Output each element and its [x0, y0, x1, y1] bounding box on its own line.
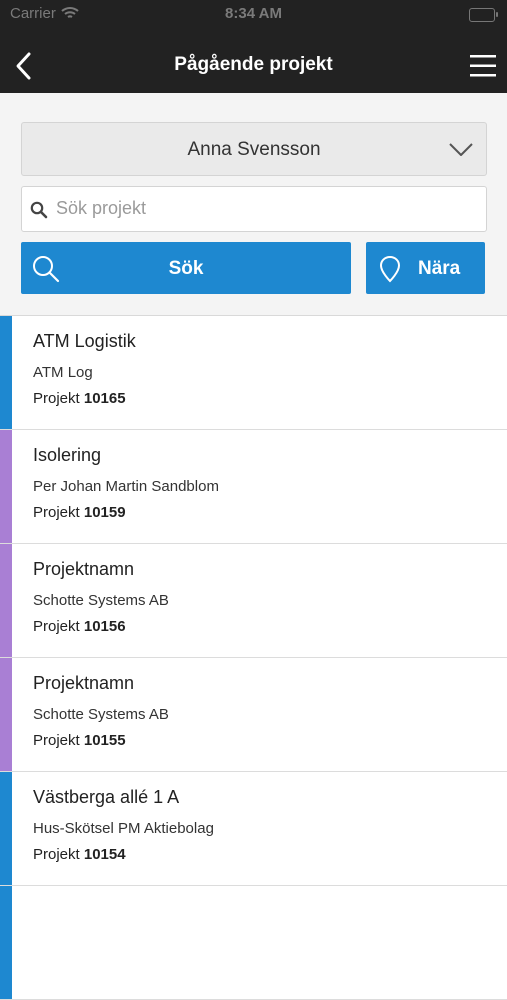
project-client: Hus-Skötsel PM Aktiebolag [33, 820, 214, 837]
nearby-button[interactable]: Nära [366, 242, 485, 294]
status-bar: Carrier 8:34 AM [0, 0, 507, 28]
list-item[interactable]: Projektnamn Schotte Systems AB Projekt 1… [0, 544, 507, 658]
nearby-button-label: Nära [418, 258, 461, 279]
main-content: Anna Svensson Sök Nära ATM Logistik ATM … [0, 93, 507, 1000]
hamburger-menu-icon [470, 55, 496, 77]
battery-icon [469, 8, 498, 22]
selected-user: Anna Svensson [187, 139, 321, 160]
list-item[interactable]: ATM Logistik ATM Log Projekt 10165 [0, 316, 507, 430]
list-item[interactable] [0, 886, 507, 1000]
search-input[interactable] [56, 187, 476, 229]
project-client: Per Johan Martin Sandblom [33, 478, 219, 495]
list-item[interactable]: Västberga allé 1 A Hus-Skötsel PM Aktieb… [0, 772, 507, 886]
project-name: Projektnamn [33, 559, 135, 579]
project-number: Projekt 10159 [33, 504, 126, 521]
project-number: Projekt 10165 [33, 390, 126, 407]
status-color-bar [0, 886, 12, 999]
status-color-bar [0, 772, 12, 885]
status-time: 8:34 AM [225, 5, 282, 22]
project-number: Projekt 10154 [33, 846, 126, 863]
status-color-bar [0, 658, 12, 771]
search-button[interactable]: Sök [21, 242, 351, 294]
navigation-bar: Carrier 8:34 AM Pågående projekt [0, 0, 507, 93]
location-pin-icon [379, 255, 401, 283]
chevron-down-icon [449, 143, 473, 156]
project-name: Västberga allé 1 A [33, 787, 180, 807]
project-client: Schotte Systems AB [33, 592, 169, 609]
project-number: Projekt 10155 [33, 732, 126, 749]
search-field[interactable] [21, 186, 487, 232]
project-name: ATM Logistik [33, 331, 136, 351]
project-name: Isolering [33, 445, 102, 465]
search-icon [30, 201, 48, 219]
menu-button[interactable] [469, 52, 497, 80]
project-client: Schotte Systems AB [33, 706, 169, 723]
page-title: Pågående projekt [174, 54, 333, 75]
project-list: ATM Logistik ATM Log Projekt 10165 Isole… [0, 315, 507, 1000]
list-item[interactable]: Projektnamn Schotte Systems AB Projekt 1… [0, 658, 507, 772]
status-color-bar [0, 544, 12, 657]
user-select-dropdown[interactable]: Anna Svensson [21, 122, 487, 176]
status-color-bar [0, 430, 12, 543]
status-color-bar [0, 316, 12, 429]
project-name: Projektnamn [33, 673, 135, 693]
project-number: Projekt 10156 [33, 618, 126, 635]
project-client: ATM Log [33, 364, 93, 381]
search-button-label: Sök [168, 258, 204, 279]
list-item[interactable]: Isolering Per Johan Martin Sandblom Proj… [0, 430, 507, 544]
